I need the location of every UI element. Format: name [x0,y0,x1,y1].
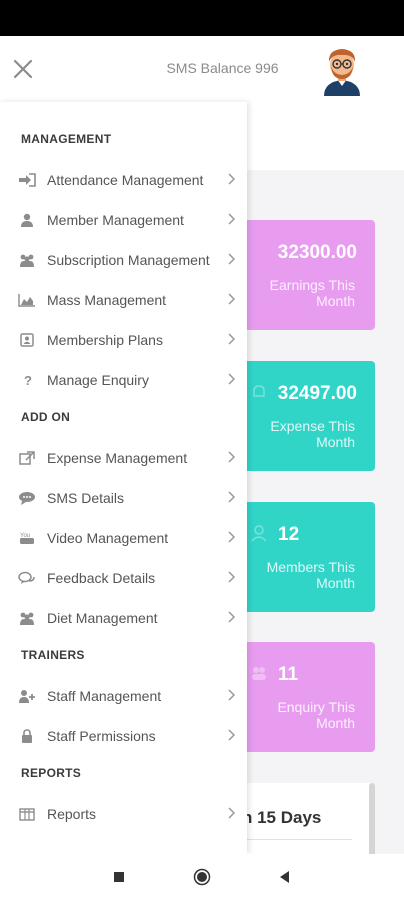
menu-item-membership-plans[interactable]: Membership Plans [0,322,247,358]
menu-item-label: Staff Management [47,688,162,704]
menu-item-label: Membership Plans [47,332,163,348]
menu-item-feedback-details[interactable]: Feedback Details [0,560,247,596]
chevron-right-icon [226,171,236,187]
menu-item-label: Video Management [47,530,169,546]
menu-item-attendance-management[interactable]: Attendance Management [0,162,247,198]
section-header: ADD ON [21,410,71,424]
card-value: 32300.00 [277,242,357,263]
card-value: 11 [278,664,299,685]
close-icon [13,59,33,79]
menu-item-label: Member Management [47,212,184,228]
menu-item-staff-management[interactable]: Staff Management [0,678,247,714]
menu-item-expense-management[interactable]: Expense Management [0,440,247,476]
table-icon [18,807,36,821]
menu-item-label: Expense Management [47,450,188,466]
sign-in-icon [18,173,36,187]
menu-item-label: SMS Details [47,490,125,506]
menu-item-sms-details[interactable]: SMS Details [0,480,247,516]
lock-icon [18,729,36,743]
menu-item-label: Attendance Management [47,172,204,188]
section-header: MANAGEMENT [21,132,112,146]
user-plus-icon [18,689,36,703]
user-icon [18,213,36,227]
comments-icon [18,571,36,585]
card-value: 12 [278,524,300,545]
menu-item-subscription-management[interactable]: Subscription Management [0,242,247,278]
bell-icon [253,385,265,397]
chevron-right-icon [226,211,236,227]
user-icon [251,525,267,542]
earnings-card[interactable]: 32300.00 Earnings This Month [236,220,375,330]
bar-chart-icon [18,293,36,307]
screen: SMS Balance 996 32300.00 Earnings This M… [0,0,404,900]
section-header: REPORTS [21,766,82,780]
svg-text:?: ? [24,373,32,387]
chevron-right-icon [226,331,236,347]
divider [242,839,352,840]
question-icon: ? [18,373,36,388]
avatar[interactable] [318,44,366,96]
chevron-right-icon [226,529,236,545]
close-drawer-button[interactable] [10,56,36,82]
menu-item-label: Subscription Management [47,252,210,268]
users-icon [252,667,266,680]
menu-item-label: Feedback Details [47,570,156,586]
menu-item-label: Reports [47,806,97,822]
navigation-drawer: MANAGEMENT Attendance Management Member Ma… [0,102,247,854]
menu-item-video-management[interactable]: You Video Management [0,520,247,556]
users-icon [18,253,36,267]
menu-item-manage-enquiry[interactable]: ? Manage Enquiry [0,362,247,398]
external-link-icon [18,451,36,465]
card-value: 32497.00 [277,383,357,404]
scrollbar[interactable] [369,783,375,863]
status-bar [0,0,404,36]
chevron-right-icon [226,489,236,505]
menu-item-member-management[interactable]: Member Management [0,202,247,238]
chevron-right-icon [226,569,236,585]
menu-item-label: Manage Enquiry [47,372,149,388]
back-triangle-icon [280,871,289,883]
top-app-bar: SMS Balance 996 [0,36,404,102]
chevron-right-icon [226,371,236,387]
menu-item-label: Diet Management [47,610,158,626]
card-label: Expense This Month [270,418,355,450]
chevron-right-icon [226,805,236,821]
sms-balance: SMS Balance 996 [166,60,279,76]
home-button[interactable] [193,868,211,886]
chevron-right-icon [226,687,236,703]
youtube-icon: You [18,531,36,545]
chevron-right-icon [226,291,236,307]
card-label: Members This Month [266,559,355,591]
home-circle-icon [193,868,211,886]
card-label: Enquiry This Month [277,699,355,731]
chevron-right-icon [226,609,236,625]
chevron-right-icon [226,727,236,743]
menu-item-diet-management[interactable]: Diet Management [0,600,247,636]
chevron-right-icon [226,449,236,465]
recents-square-icon [114,872,124,882]
chat-bubble-icon [18,491,36,505]
back-button[interactable] [276,868,294,886]
members-card[interactable]: 12 Members This Month [236,502,375,612]
expense-card[interactable]: 32497.00 Expense This Month [236,361,375,471]
menu-item-staff-permissions[interactable]: Staff Permissions [0,718,247,754]
contact-card-icon [18,333,36,347]
card-label: Earnings This Month [269,277,355,309]
system-navigation-bar [0,854,404,900]
chart-card: n 15 Days [236,783,375,863]
menu-item-label: Mass Management [47,292,167,308]
users-icon [18,611,36,625]
menu-item-mass-management[interactable]: Mass Management [0,282,247,318]
section-header: TRAINERS [21,648,85,662]
chart-card-title: n 15 Days [242,808,322,827]
menu-item-reports[interactable]: Reports [0,796,247,832]
enquiry-card[interactable]: 11 Enquiry This Month [236,642,375,752]
menu-item-label: Staff Permissions [47,728,156,744]
content-header [247,102,404,170]
recents-button[interactable] [110,868,128,886]
chevron-right-icon [226,251,236,267]
